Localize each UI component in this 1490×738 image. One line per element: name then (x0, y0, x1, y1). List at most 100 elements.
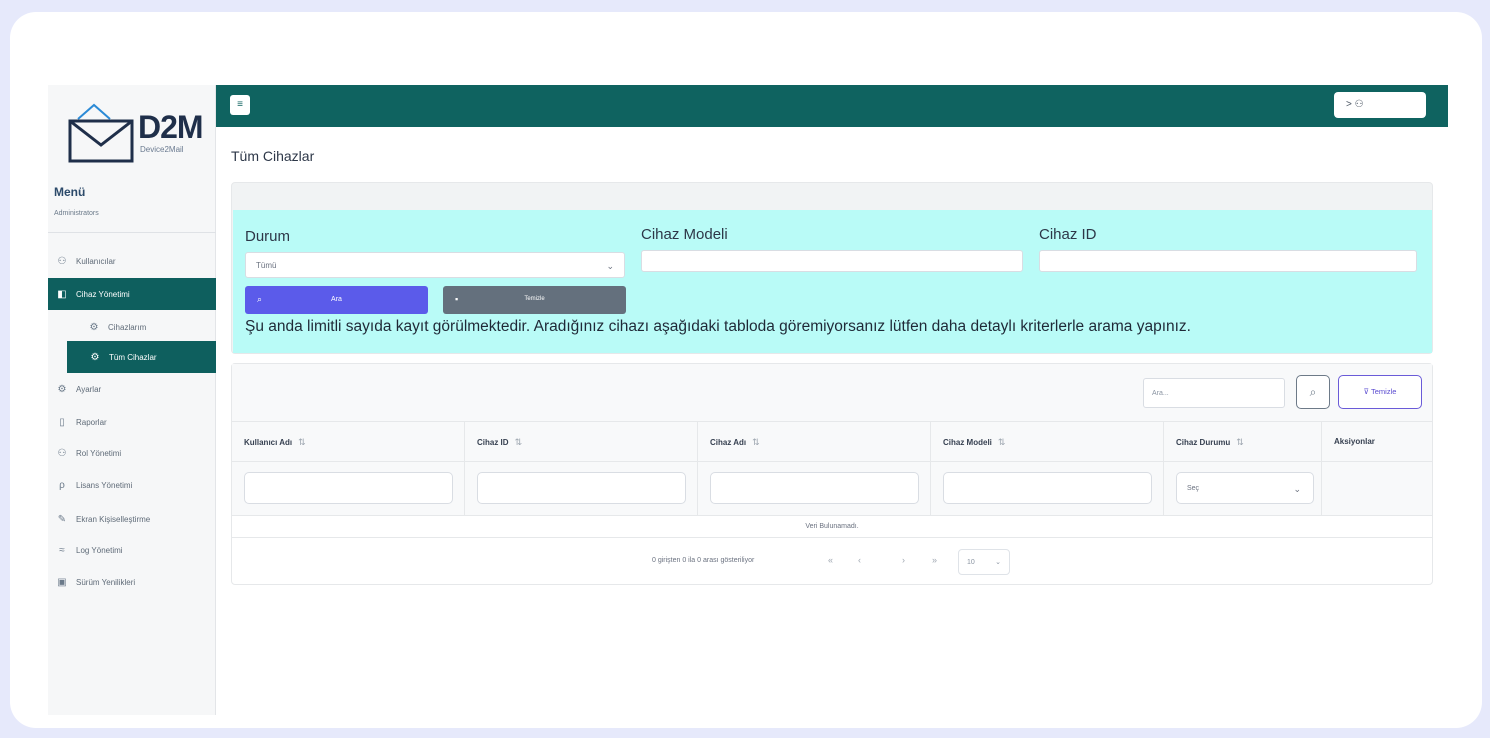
key-icon: ρ (59, 479, 65, 491)
column-actions: Aksiyonlar (1334, 437, 1375, 446)
limit-notice: Şu anda limitli sayıda kayıt görülmekted… (245, 318, 1191, 335)
filter-cell (232, 462, 465, 516)
sidebar-item-label: Cihaz Yönetimi (76, 289, 130, 299)
sidebar: D2M Device2Mail Menü Administrators ⚇ Ku… (48, 85, 216, 715)
model-label: Cihaz Modeli (641, 226, 728, 243)
clear-button-label: Temizle (524, 296, 545, 302)
filter-row: Seç ⌄ (232, 462, 1432, 516)
hamburger-menu-icon[interactable]: ≡ (230, 95, 250, 115)
column-username[interactable]: Kullanıcı Adı ⇅ (232, 422, 465, 462)
table-search-input[interactable]: Ara... (1143, 378, 1285, 408)
device-id-filter-input[interactable] (477, 472, 686, 504)
search-icon: ⌕ (1309, 385, 1317, 399)
device-model-filter-input[interactable] (943, 472, 1152, 504)
sidebar-item-label: Raporlar (76, 417, 107, 427)
device-name-filter-input[interactable] (710, 472, 919, 504)
sidebar-item-settings[interactable]: ⚙ Ayarlar (48, 373, 216, 405)
username-filter-input[interactable] (244, 472, 453, 504)
column-device-model[interactable]: Cihaz Modeli ⇅ (931, 422, 1164, 462)
status-filter-select[interactable]: Seç ⌄ (1176, 472, 1314, 504)
sort-icon: ⇅ (752, 437, 760, 447)
menu-role: Administrators (54, 210, 99, 217)
sidebar-item-reports[interactable]: ▯ Raporlar (48, 406, 216, 438)
first-page-icon[interactable]: « (828, 555, 833, 565)
next-page-icon[interactable]: › (902, 555, 905, 565)
filter-cell: Seç ⌄ (1164, 462, 1322, 516)
device-model-input[interactable] (641, 250, 1023, 272)
empty-message: Veri Bulunamadı. (232, 516, 1432, 538)
sort-icon: ⇅ (1236, 437, 1244, 447)
sidebar-item-logs[interactable]: ≈ Log Yönetimi (48, 534, 216, 566)
sidebar-item-customization[interactable]: ✎ Ekran Kişiselleştirme (48, 503, 216, 535)
page-title: Tüm Cihazlar (231, 148, 315, 164)
status-label: Durum (245, 228, 291, 245)
page-size-select[interactable]: 10 ⌄ (958, 549, 1010, 575)
column-device-status[interactable]: Cihaz Durumu ⇅ (1164, 422, 1322, 462)
menu-divider (48, 232, 216, 233)
table-clear-filter-button[interactable]: ⊽ Temizle (1338, 375, 1422, 409)
devices-icon: ⚙ (90, 351, 100, 363)
sidebar-item-label: Cihazlarım (108, 322, 147, 332)
sidebar-item-release-notes[interactable]: ▣ Sürüm Yenilikleri (48, 566, 216, 598)
sidebar-item-label: Kullanıcılar (76, 256, 116, 266)
role-icon: ⚇ (57, 447, 67, 459)
logo: D2M Device2Mail (66, 103, 206, 165)
last-page-icon[interactable]: » (932, 555, 937, 565)
sidebar-item-label: Ekran Kişiselleştirme (76, 514, 151, 524)
sidebar-item-roles[interactable]: ⚇ Rol Yönetimi (48, 437, 216, 469)
sidebar-item-label: Lisans Yönetimi (76, 480, 133, 490)
menu-title: Menü (54, 185, 86, 199)
filter-cell (698, 462, 931, 516)
gear-icon: ⚙ (89, 321, 99, 333)
devices-table: Ara... ⌕ ⊽ Temizle Kullanıcı Adı ⇅ Cihaz … (231, 363, 1433, 585)
search-button[interactable]: ⌕ Ara (245, 286, 428, 314)
chevron-down-icon: ⌄ (606, 261, 614, 271)
table-header: Kullanıcı Adı ⇅ Cihaz ID ⇅ Cihaz Adı ⇅ Ciha… (232, 422, 1432, 462)
status-select-value: Tümü (256, 261, 277, 270)
sidebar-item-all-devices[interactable]: ⚙ Tüm Cihazlar (67, 341, 216, 373)
id-label: Cihaz ID (1039, 226, 1097, 243)
brand-subtitle: Device2Mail (140, 145, 184, 154)
search-button-label: Ara (331, 296, 342, 303)
settings-icon: ⚙ (57, 383, 67, 395)
sidebar-item-device-management[interactable]: ◧ Cihaz Yönetimi (48, 278, 216, 310)
filter-cell (931, 462, 1164, 516)
sidebar-item-label: Sürüm Yenilikleri (76, 577, 136, 587)
user-icon: ⚇ (57, 255, 67, 267)
brush-icon: ✎ (57, 513, 67, 525)
column-device-id[interactable]: Cihaz ID ⇅ (465, 422, 698, 462)
device-id-input[interactable] (1039, 250, 1417, 272)
status-filter-value: Seç (1187, 485, 1200, 492)
sidebar-item-label: Log Yönetimi (76, 545, 123, 555)
topbar: ≡ > ⚇ (216, 85, 1448, 127)
sidebar-item-users[interactable]: ⚇ Kullanıcılar (48, 245, 216, 277)
sort-icon: ⇅ (514, 437, 523, 447)
filter-cell (465, 462, 698, 516)
user-menu-button[interactable]: > ⚇ (1334, 92, 1426, 118)
brand-name: D2M (138, 109, 204, 145)
filter-icon: ⊽ (1363, 387, 1370, 396)
sidebar-item-label: Ayarlar (76, 384, 102, 394)
device-icon: ◧ (57, 288, 67, 300)
log-icon: ≈ (59, 544, 65, 556)
column-device-name[interactable]: Cihaz Adı ⇅ (698, 422, 931, 462)
table-clear-label: Temizle (1371, 387, 1397, 396)
sidebar-item-licenses[interactable]: ρ Lisans Yönetimi (48, 469, 216, 501)
prev-page-icon[interactable]: ‹ (858, 555, 861, 565)
report-icon: ▯ (59, 416, 65, 428)
page-size-value: 10 (967, 559, 975, 566)
sidebar-item-label: Tüm Cihazlar (109, 352, 157, 362)
sort-icon: ⇅ (298, 437, 306, 447)
chevron-down-icon: ⌄ (995, 559, 1001, 566)
sidebar-item-label: Rol Yönetimi (76, 448, 122, 458)
clear-button[interactable]: ▪ Temizle (443, 286, 626, 314)
envelope-logo-icon (68, 103, 134, 163)
pagination-text: 0 girişten 0 ila 0 arası gösteriliyor (652, 557, 755, 564)
status-select[interactable]: Tümü ⌄ (245, 252, 625, 278)
chevron-down-icon: ⌄ (1293, 484, 1301, 494)
table-search-button[interactable]: ⌕ (1296, 375, 1330, 409)
table-toolbar: Ara... ⌕ ⊽ Temizle (232, 364, 1432, 422)
paginator: 0 girişten 0 ila 0 arası gösteriliyor « … (232, 538, 1432, 584)
sort-icon: ⇅ (997, 437, 1006, 447)
sidebar-item-my-devices[interactable]: ⚙ Cihazlarım (48, 311, 216, 343)
